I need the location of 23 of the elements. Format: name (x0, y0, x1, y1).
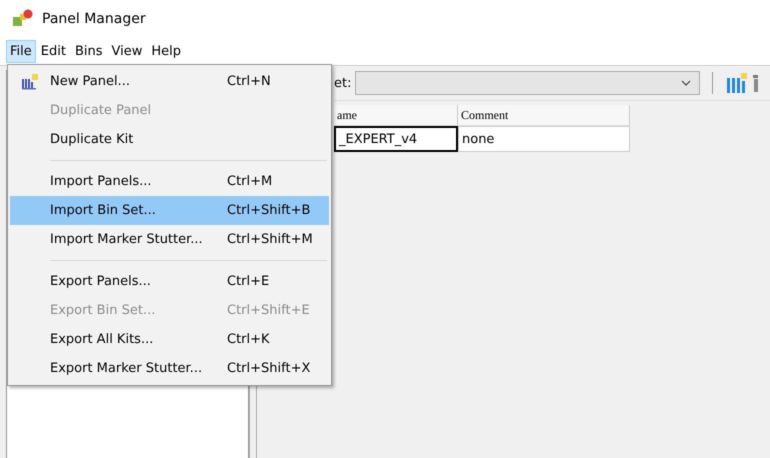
window-title: Panel Manager (42, 11, 146, 27)
column-header[interactable]: ame (334, 105, 458, 126)
menu-item[interactable]: Help (147, 40, 185, 62)
menu-item[interactable]: Export Panels... Ctrl+E (10, 267, 329, 296)
menu-item[interactable]: Import Bin Set... Ctrl+Shift+B (10, 196, 329, 225)
menu-item[interactable]: File (6, 40, 36, 62)
menu-item[interactable]: Import Marker Stutter... Ctrl+Shift+M (10, 225, 329, 254)
menu-item[interactable]: Export Marker Stutter... Ctrl+Shift+X (10, 354, 329, 383)
chevron-down-icon (681, 80, 692, 86)
menu-item[interactable]: Edit (36, 40, 70, 62)
combo-label: et: (334, 76, 352, 90)
menu-item[interactable]: Bins (70, 40, 106, 62)
menu-item[interactable]: Import Panels... Ctrl+M (10, 167, 329, 196)
app-icon (12, 9, 34, 29)
menu-item[interactable]: Export All Kits... Ctrl+K (10, 325, 329, 354)
menu-item[interactable]: New Panel... Ctrl+N (10, 67, 329, 96)
table-cell: none (458, 126, 630, 152)
menu-item[interactable]: Duplicate Kit (10, 125, 329, 154)
add-bins-icon[interactable] (725, 72, 750, 94)
table-cell[interactable]: _EXPERT_v4 (334, 126, 458, 152)
column-header[interactable]: Comment (458, 105, 630, 126)
dropdown[interactable] (355, 71, 700, 95)
menu-item[interactable]: View (108, 40, 146, 62)
